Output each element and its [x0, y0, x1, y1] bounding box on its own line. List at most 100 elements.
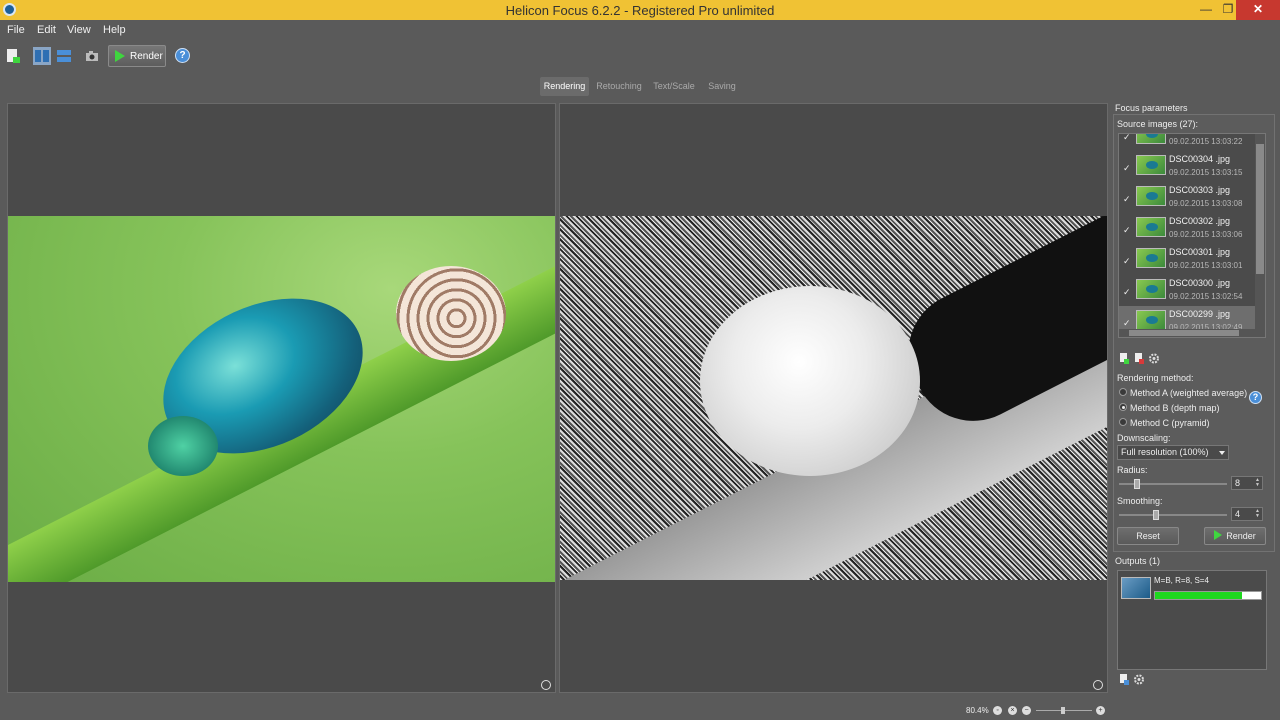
beetle-head	[148, 416, 218, 476]
menu-edit[interactable]: Edit	[37, 24, 56, 36]
file-name: DSC00299 .jpg	[1169, 309, 1231, 319]
output-thumbnail	[1121, 577, 1151, 599]
tab-saving[interactable]: Saving	[703, 77, 741, 96]
panel-render-button[interactable]: Render	[1204, 527, 1266, 545]
method-a-radio[interactable]	[1119, 388, 1127, 396]
reset-button[interactable]: Reset	[1117, 527, 1179, 545]
smoothing-slider[interactable]	[1119, 510, 1227, 520]
source-images-list[interactable]: ✓ 09.02.2015 13:03:22 ✓ DSC00304 .jpg 09…	[1118, 133, 1266, 338]
side-by-side-view-icon[interactable]	[33, 47, 51, 65]
spin-arrows-icon[interactable]: ▲ ▼	[1255, 509, 1261, 519]
source-image-viewer[interactable]	[7, 103, 556, 693]
zoom-icon[interactable]	[541, 680, 551, 690]
add-images-icon[interactable]	[5, 48, 21, 64]
scrollbar-handle[interactable]	[1256, 144, 1264, 274]
list-item[interactable]: ✓ DSC00301 .jpg 09.02.2015 13:03:01	[1119, 244, 1256, 275]
source-photo	[8, 216, 555, 582]
list-item[interactable]: ✓ DSC00300 .jpg 09.02.2015 13:02:54	[1119, 275, 1256, 306]
add-image-icon[interactable]	[1119, 353, 1129, 364]
file-name: DSC00302 .jpg	[1169, 216, 1231, 226]
help-icon[interactable]: ?	[175, 48, 190, 63]
method-c-label[interactable]: Method C (pyramid)	[1130, 418, 1210, 428]
file-name: DSC00303 .jpg	[1169, 185, 1231, 195]
tab-text-scale[interactable]: Text/Scale	[649, 77, 699, 96]
vertical-scrollbar[interactable]	[1255, 134, 1265, 337]
menu-help[interactable]: Help	[103, 24, 126, 36]
method-b-radio[interactable]	[1119, 403, 1127, 411]
rendering-method-label: Rendering method:	[1117, 373, 1194, 383]
file-name: DSC00304 .jpg	[1169, 154, 1231, 164]
thumbnail	[1136, 186, 1166, 206]
radius-slider[interactable]	[1119, 479, 1227, 489]
zoom-slider[interactable]	[1036, 707, 1092, 714]
horizontal-scrollbar[interactable]	[1119, 329, 1256, 337]
slider-handle[interactable]	[1061, 707, 1065, 714]
method-a-label[interactable]: Method A (weighted average)	[1130, 388, 1247, 398]
stacked-view-icon[interactable]	[56, 48, 72, 64]
window-title: Helicon Focus 6.2.2 - Registered Pro unl…	[505, 3, 775, 18]
outputs-list[interactable]: M=B, R=8, S=4	[1117, 570, 1267, 670]
zoom-level: 80.4%	[966, 706, 989, 715]
thumbnail	[1136, 310, 1166, 330]
export-output-icon[interactable]	[1119, 674, 1129, 685]
gear-icon[interactable]	[1134, 674, 1144, 685]
zoom-in-icon[interactable]: +	[1096, 706, 1105, 715]
thumbnail	[1136, 155, 1166, 175]
downscaling-label: Downscaling:	[1117, 433, 1171, 443]
focus-parameters-title: Focus parameters	[1115, 103, 1188, 113]
checkbox[interactable]: ✓	[1123, 134, 1131, 143]
checkbox[interactable]: ✓	[1123, 225, 1131, 236]
checkbox[interactable]: ✓	[1123, 287, 1131, 298]
downscaling-value: Full resolution (100%)	[1121, 447, 1209, 457]
downscaling-select[interactable]: Full resolution (100%)	[1117, 445, 1229, 460]
method-c-radio[interactable]	[1119, 418, 1127, 426]
toolbar-render-button[interactable]: Render	[108, 45, 166, 67]
zoom-out-icon[interactable]: −	[1022, 706, 1031, 715]
thumbnail	[1136, 248, 1166, 268]
radius-label: Radius:	[1117, 465, 1148, 475]
menu-view[interactable]: View	[67, 24, 91, 36]
smoothing-value: 4	[1235, 509, 1241, 519]
checkbox[interactable]: ✓	[1123, 318, 1131, 329]
menu-file[interactable]: File	[7, 24, 25, 36]
output-label: M=B, R=8, S=4	[1154, 576, 1209, 585]
depth-map-viewer[interactable]	[559, 103, 1108, 693]
slider-handle[interactable]	[1153, 510, 1159, 520]
checkbox[interactable]: ✓	[1123, 163, 1131, 174]
spin-arrows-icon[interactable]: ▲ ▼	[1255, 478, 1261, 488]
tab-rendering[interactable]: Rendering	[540, 77, 589, 96]
checkbox[interactable]: ✓	[1123, 194, 1131, 205]
checkbox[interactable]: ✓	[1123, 256, 1131, 267]
radius-spinbox[interactable]: 8 ▲ ▼	[1231, 476, 1263, 490]
list-item[interactable]: ✓ DSC00304 .jpg 09.02.2015 13:03:15	[1119, 151, 1256, 182]
slider-handle[interactable]	[1134, 479, 1140, 489]
close-button[interactable]: ✕	[1236, 0, 1280, 20]
list-item[interactable]: ✓ 09.02.2015 13:03:22	[1119, 134, 1256, 151]
render-button-label: Render	[1226, 531, 1256, 541]
camera-icon[interactable]	[84, 48, 100, 64]
tab-retouching[interactable]: Retouching	[594, 77, 644, 96]
thumbnail	[1136, 134, 1166, 144]
thumbnail	[1136, 279, 1166, 299]
menu-bar: File Edit View Help	[0, 20, 1280, 41]
file-date: 09.02.2015 13:03:22	[1169, 137, 1243, 146]
radius-value: 8	[1235, 478, 1241, 488]
scrollbar-handle[interactable]	[1129, 330, 1239, 336]
method-help-icon[interactable]: ?	[1249, 391, 1262, 404]
source-images-label: Source images (27):	[1117, 119, 1199, 129]
progress-fill	[1155, 592, 1242, 599]
list-item[interactable]: ✓ DSC00302 .jpg 09.02.2015 13:03:06	[1119, 213, 1256, 244]
fit-icon[interactable]: ◦	[993, 706, 1002, 715]
gear-icon[interactable]	[1149, 353, 1159, 364]
render-button-label: Render	[130, 51, 163, 62]
zoom-icon[interactable]	[1093, 680, 1103, 690]
list-item[interactable]: ✓ DSC00303 .jpg 09.02.2015 13:03:08	[1119, 182, 1256, 213]
method-b-label[interactable]: Method B (depth map)	[1130, 403, 1220, 413]
smoothing-spinbox[interactable]: 4 ▲ ▼	[1231, 507, 1263, 521]
outputs-label: Outputs (1)	[1115, 556, 1161, 566]
file-name: DSC00300 .jpg	[1169, 278, 1231, 288]
file-date: 09.02.2015 13:03:15	[1169, 168, 1243, 177]
smoothing-label: Smoothing:	[1117, 496, 1163, 506]
remove-image-icon[interactable]	[1134, 353, 1144, 364]
actual-size-icon[interactable]: ×	[1008, 706, 1017, 715]
